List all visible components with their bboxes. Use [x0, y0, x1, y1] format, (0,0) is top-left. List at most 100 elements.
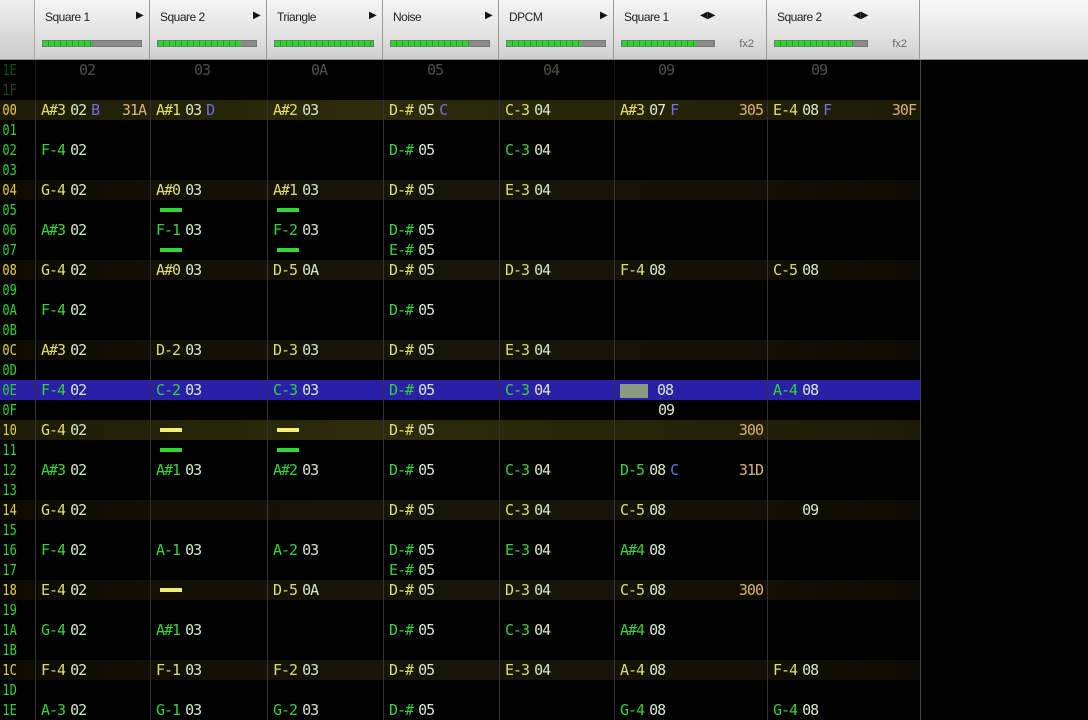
pattern-cell[interactable]	[150, 680, 267, 700]
effect-columns-label[interactable]: fx2	[739, 38, 754, 50]
pattern-cell[interactable]: C-3 04	[499, 380, 614, 400]
pattern-cell[interactable]	[35, 520, 150, 540]
pattern-cell[interactable]	[614, 220, 767, 240]
channel-header-1[interactable]: Square 2 ▶	[150, 0, 267, 60]
pattern-cell[interactable]	[767, 460, 920, 480]
pattern-cell[interactable]: 04	[499, 60, 614, 80]
pattern-cell[interactable]	[150, 360, 267, 380]
pattern-cell[interactable]	[35, 640, 150, 660]
pattern-cell[interactable]	[267, 160, 383, 180]
pattern-cell[interactable]	[767, 560, 920, 580]
pattern-cell[interactable]: D-# 05	[383, 700, 499, 720]
pattern-cell[interactable]: 08	[614, 380, 767, 400]
pattern-cell[interactable]	[267, 120, 383, 140]
pattern-cell[interactable]	[767, 340, 920, 360]
pattern-cell[interactable]	[614, 200, 767, 220]
pattern-cell[interactable]: A#3 02 B 31A	[35, 100, 150, 120]
pattern-cell[interactable]	[767, 400, 920, 420]
pattern-cell[interactable]	[767, 680, 920, 700]
pattern-cell[interactable]	[383, 680, 499, 700]
pattern-cell[interactable]: G-2 03	[267, 700, 383, 720]
pattern-cell[interactable]	[267, 140, 383, 160]
edit-cursor[interactable]	[620, 383, 648, 398]
pattern-cell[interactable]: F-1 03	[150, 220, 267, 240]
pattern-cell[interactable]	[267, 480, 383, 500]
pattern-cell[interactable]	[267, 680, 383, 700]
pattern-cell[interactable]: D-# 05	[383, 300, 499, 320]
pattern-cell[interactable]	[383, 480, 499, 500]
pattern-cell[interactable]	[150, 240, 267, 260]
pattern-cell[interactable]	[499, 420, 614, 440]
pattern-cell[interactable]	[267, 360, 383, 380]
pattern-cell[interactable]	[767, 620, 920, 640]
channel-header-5[interactable]: Square 1 ◀▶ fx2	[614, 0, 767, 60]
pattern-cell[interactable]	[150, 440, 267, 460]
pattern-cell[interactable]	[383, 120, 499, 140]
pattern-cell[interactable]	[767, 280, 920, 300]
pattern-cell[interactable]: A#1 03	[150, 620, 267, 640]
pattern-cell[interactable]: G-4 02	[35, 500, 150, 520]
pattern-cell[interactable]	[150, 320, 267, 340]
pattern-cell[interactable]: F-4 02	[35, 380, 150, 400]
pattern-cell[interactable]: F-2 03	[267, 220, 383, 240]
pattern-cell[interactable]	[35, 280, 150, 300]
pattern-cell[interactable]	[35, 200, 150, 220]
pattern-cell[interactable]	[499, 280, 614, 300]
pattern-cell[interactable]: C-5 08	[767, 260, 920, 280]
pattern-cell[interactable]	[767, 520, 920, 540]
effect-columns-label[interactable]: fx2	[892, 38, 907, 50]
pattern-cell[interactable]	[614, 360, 767, 380]
pattern-cell[interactable]	[150, 420, 267, 440]
channel-arrow-icon[interactable]: ◀▶	[853, 10, 868, 21]
pattern-cell[interactable]	[499, 600, 614, 620]
pattern-cell[interactable]: F-4 02	[35, 660, 150, 680]
pattern-cell[interactable]	[499, 480, 614, 500]
pattern-cell[interactable]	[150, 560, 267, 580]
pattern-cell[interactable]: D-3 04	[499, 580, 614, 600]
pattern-cell[interactable]: G-4 02	[35, 180, 150, 200]
pattern-cell[interactable]	[267, 420, 383, 440]
pattern-cell[interactable]	[767, 640, 920, 660]
pattern-cell[interactable]: C-2 03	[150, 380, 267, 400]
pattern-cell[interactable]	[767, 120, 920, 140]
pattern-cell[interactable]	[767, 480, 920, 500]
pattern-cell[interactable]: A-4 08	[767, 380, 920, 400]
pattern-cell[interactable]: F-1 03	[150, 660, 267, 680]
pattern-cell[interactable]	[35, 320, 150, 340]
pattern-cell[interactable]	[614, 300, 767, 320]
pattern-cell[interactable]	[35, 480, 150, 500]
pattern-cell[interactable]: 02	[35, 60, 150, 80]
channel-header-0[interactable]: Square 1 ▶	[35, 0, 150, 60]
pattern-cell[interactable]	[767, 320, 920, 340]
pattern-cell[interactable]	[767, 160, 920, 180]
pattern-cell[interactable]	[614, 80, 767, 100]
pattern-cell[interactable]: A#3 02	[35, 460, 150, 480]
pattern-cell[interactable]	[267, 620, 383, 640]
pattern-cell[interactable]: D-# 05	[383, 260, 499, 280]
pattern-cell[interactable]	[767, 240, 920, 260]
pattern-cell[interactable]	[383, 640, 499, 660]
pattern-cell[interactable]	[614, 120, 767, 140]
pattern-cell[interactable]: D-# 05 C	[383, 100, 499, 120]
pattern-cell[interactable]	[267, 280, 383, 300]
pattern-cell[interactable]	[267, 300, 383, 320]
pattern-cell[interactable]	[499, 640, 614, 660]
pattern-cell[interactable]: A#1 03	[267, 180, 383, 200]
pattern-cell[interactable]: A-3 02	[35, 700, 150, 720]
pattern-cell[interactable]: E-# 05	[383, 240, 499, 260]
pattern-cell[interactable]	[150, 480, 267, 500]
channel-arrow-icon[interactable]: ▶	[485, 10, 493, 21]
pattern-cell[interactable]	[150, 200, 267, 220]
pattern-cell[interactable]: 0A	[267, 60, 383, 80]
channel-header-2[interactable]: Triangle ▶	[267, 0, 383, 60]
pattern-cell[interactable]	[383, 440, 499, 460]
pattern-cell[interactable]: F-4 08	[614, 260, 767, 280]
pattern-cell[interactable]: D-3 04	[499, 260, 614, 280]
pattern-cell[interactable]	[383, 80, 499, 100]
pattern-cell[interactable]	[499, 320, 614, 340]
pattern-cell[interactable]: A#1 03 D	[150, 100, 267, 120]
pattern-cell[interactable]: D-# 05	[383, 500, 499, 520]
pattern-cell[interactable]: D-# 05	[383, 620, 499, 640]
pattern-cell[interactable]	[767, 180, 920, 200]
pattern-cell[interactable]	[767, 300, 920, 320]
